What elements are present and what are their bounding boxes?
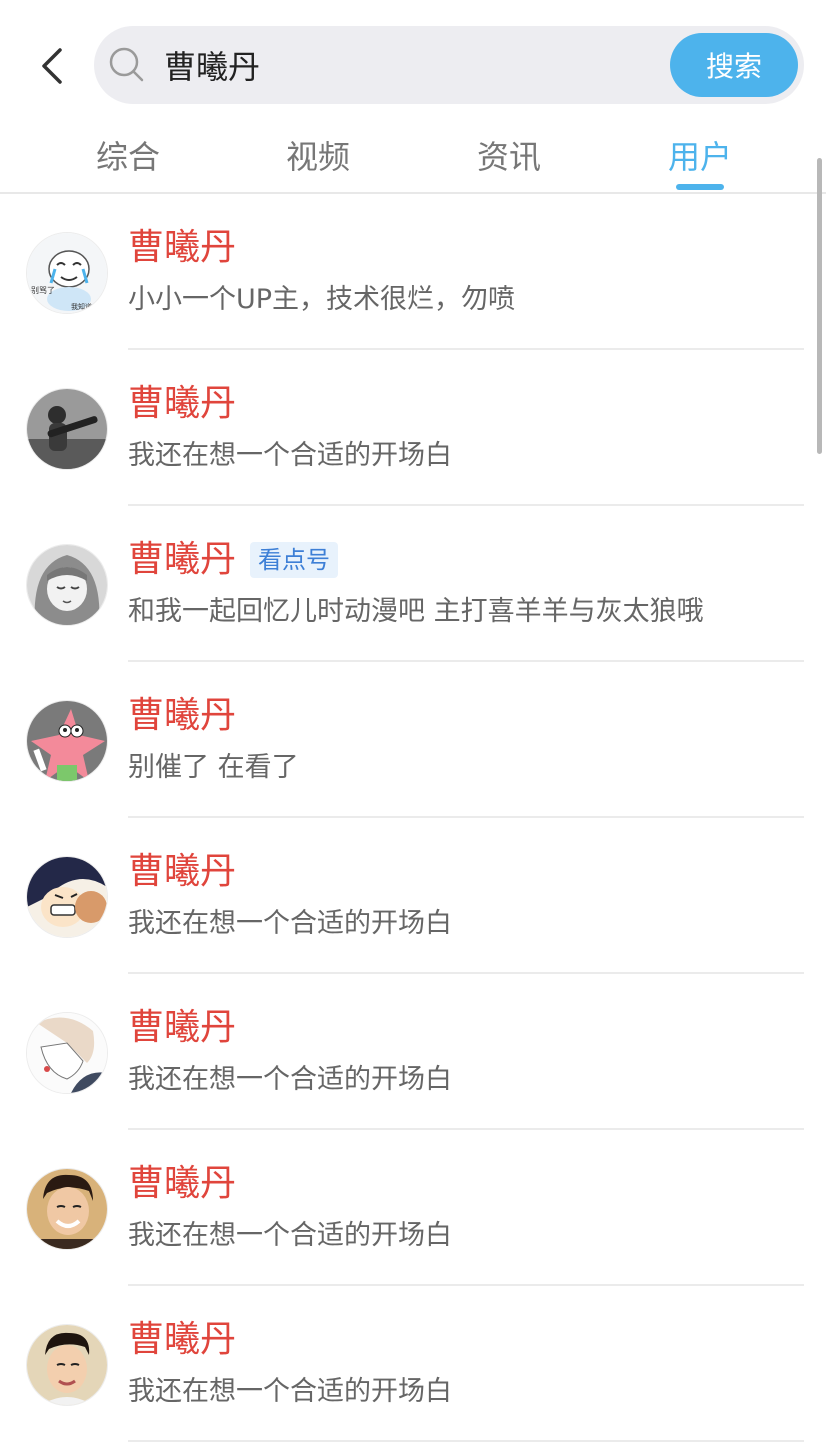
back-button[interactable] xyxy=(28,42,76,90)
kandian-badge: 看点号 xyxy=(250,542,339,578)
tab-users[interactable]: 用户 xyxy=(605,120,795,192)
tab-all[interactable]: 综合 xyxy=(33,120,223,192)
svg-text:别骂了: 别骂了 xyxy=(31,286,55,295)
tab-bar: 综合 视频 资讯 用户 xyxy=(0,120,826,194)
search-header: 搜索 xyxy=(0,0,826,120)
list-item[interactable]: 别骂了 我知道 曹曦丹 小小一个UP主，技术很烂，勿喷 xyxy=(0,194,826,350)
list-item[interactable]: 曹曦丹 我还在想一个合适的开场白 xyxy=(0,974,826,1130)
user-description: 我还在想一个合适的开场白 xyxy=(128,1064,452,1095)
user-description: 我还在想一个合适的开场白 xyxy=(128,1376,452,1407)
user-name[interactable]: 曹曦丹 xyxy=(128,694,236,738)
user-name[interactable]: 曹曦丹 xyxy=(128,850,236,894)
user-description: 我还在想一个合适的开场白 xyxy=(128,908,452,939)
list-item[interactable]: 曹曦丹 别催了 在看了 xyxy=(0,662,826,818)
tab-video[interactable]: 视频 xyxy=(223,120,413,192)
tab-news[interactable]: 资讯 xyxy=(414,120,604,192)
divider xyxy=(128,1440,804,1442)
svg-text:我知道: 我知道 xyxy=(71,302,92,311)
list-item[interactable]: 曹曦丹 我还在想一个合适的开场白 xyxy=(0,818,826,974)
user-name[interactable]: 曹曦丹 xyxy=(128,382,236,426)
user-name[interactable]: 曹曦丹 xyxy=(128,1318,236,1362)
user-description: 小小一个UP主，技术很烂，勿喷 xyxy=(128,284,516,315)
search-button[interactable]: 搜索 xyxy=(670,33,798,97)
user-list: 别骂了 我知道 曹曦丹 小小一个UP主，技术很烂，勿喷 曹曦丹 我还在想一个合适… xyxy=(0,194,826,1442)
user-description: 我还在想一个合适的开场白 xyxy=(128,1220,452,1251)
user-description: 我还在想一个合适的开场白 xyxy=(128,440,452,471)
meme-avatar: 别骂了 我知道 xyxy=(26,232,108,314)
list-item[interactable]: 曹曦丹 看点号 和我一起回忆儿时动漫吧 主打喜羊羊与灰太狼哦 xyxy=(0,506,826,662)
man-portrait-avatar xyxy=(26,1324,108,1406)
patrick-star-avatar xyxy=(26,700,108,782)
search-icon xyxy=(109,47,144,82)
user-name[interactable]: 曹曦丹 xyxy=(128,538,236,582)
user-name[interactable]: 曹曦丹 xyxy=(128,1006,236,1050)
anime-boy-avatar xyxy=(26,1012,108,1094)
user-description: 和我一起回忆儿时动漫吧 主打喜羊羊与灰太狼哦 xyxy=(128,596,704,627)
smiling-man-avatar xyxy=(26,1168,108,1250)
cartoon-face-avatar xyxy=(26,856,108,938)
search-bar: 搜索 xyxy=(94,26,804,104)
list-item[interactable]: 曹曦丹 我还在想一个合适的开场白 xyxy=(0,1286,826,1442)
user-description: 别催了 在看了 xyxy=(128,752,299,783)
list-item[interactable]: 曹曦丹 我还在想一个合适的开场白 xyxy=(0,1130,826,1286)
list-item[interactable]: 曹曦丹 我还在想一个合适的开场白 xyxy=(0,350,826,506)
user-name[interactable]: 曹曦丹 xyxy=(128,1162,236,1206)
chevron-left-icon xyxy=(42,48,62,84)
anime-girl-avatar xyxy=(26,544,108,626)
user-name[interactable]: 曹曦丹 xyxy=(128,226,236,270)
active-tab-indicator xyxy=(676,184,724,190)
grayscale-photo-avatar xyxy=(26,388,108,470)
search-input[interactable] xyxy=(164,26,734,104)
